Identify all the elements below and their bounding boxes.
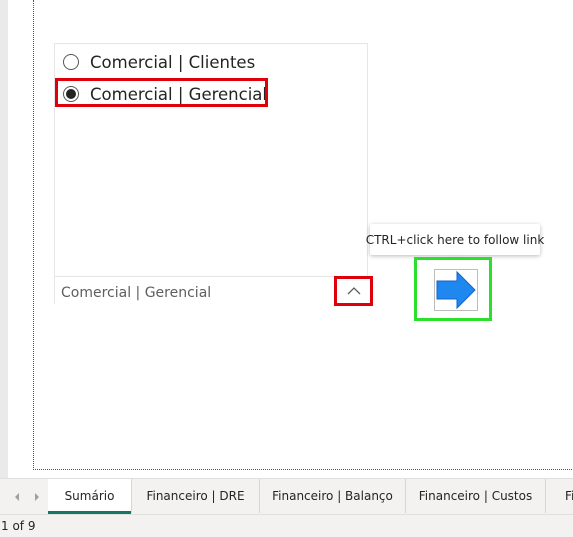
- collapse-dropdown-button[interactable]: [334, 276, 373, 306]
- tab-financeiro-balanco[interactable]: Financeiro | Balanço: [260, 479, 406, 513]
- tab-financeiro-custos[interactable]: Financeiro | Custos: [406, 479, 546, 513]
- scroll-tabs-left-button[interactable]: [12, 491, 22, 503]
- tab-financeiro-dre[interactable]: Financeiro | DRE: [132, 479, 260, 513]
- chevron-up-icon: [347, 287, 360, 295]
- status-bar: 1 of 9: [0, 514, 573, 537]
- page-boundary-left: [33, 0, 34, 470]
- tab-truncated[interactable]: Fi: [546, 479, 573, 513]
- selected-option-highlight: [55, 78, 268, 107]
- right-arrow-icon: [436, 270, 476, 310]
- report-canvas: Comercial | Clientes Comercial | Gerenci…: [0, 0, 573, 478]
- tooltip-text: CTRL+click here to follow link: [365, 232, 545, 247]
- slicer-option-label: Comercial | Clientes: [90, 52, 256, 72]
- page-boundary-bottom: [33, 469, 573, 470]
- slicer-dropdown-header[interactable]: Comercial | Gerencial: [55, 276, 367, 304]
- tab-label: Financeiro | DRE: [146, 489, 245, 503]
- slicer-selected-value: Comercial | Gerencial: [61, 285, 212, 301]
- page-tab-bar: Sumário Financeiro | DRE Financeiro | Ba…: [0, 478, 573, 515]
- navigation-arrow-button[interactable]: [414, 257, 492, 321]
- scroll-tabs-right-button[interactable]: [32, 491, 42, 503]
- tab-label: Financeiro | Balanço: [272, 489, 393, 503]
- tab-label: Financeiro | Custos: [418, 489, 533, 503]
- chevron-left-icon: [15, 493, 19, 501]
- tab-sumario[interactable]: Sumário: [48, 479, 132, 514]
- page-counter: 1 of 9: [1, 519, 36, 533]
- tab-label: Fi: [565, 489, 573, 503]
- radio-unchecked-icon[interactable]: [63, 54, 79, 70]
- tab-label: Sumário: [64, 489, 115, 503]
- slicer-option-clientes[interactable]: Comercial | Clientes: [63, 48, 255, 76]
- link-tooltip: CTRL+click here to follow link: [366, 224, 544, 255]
- arrow-image-frame: [434, 269, 478, 311]
- chevron-right-icon: [35, 493, 39, 501]
